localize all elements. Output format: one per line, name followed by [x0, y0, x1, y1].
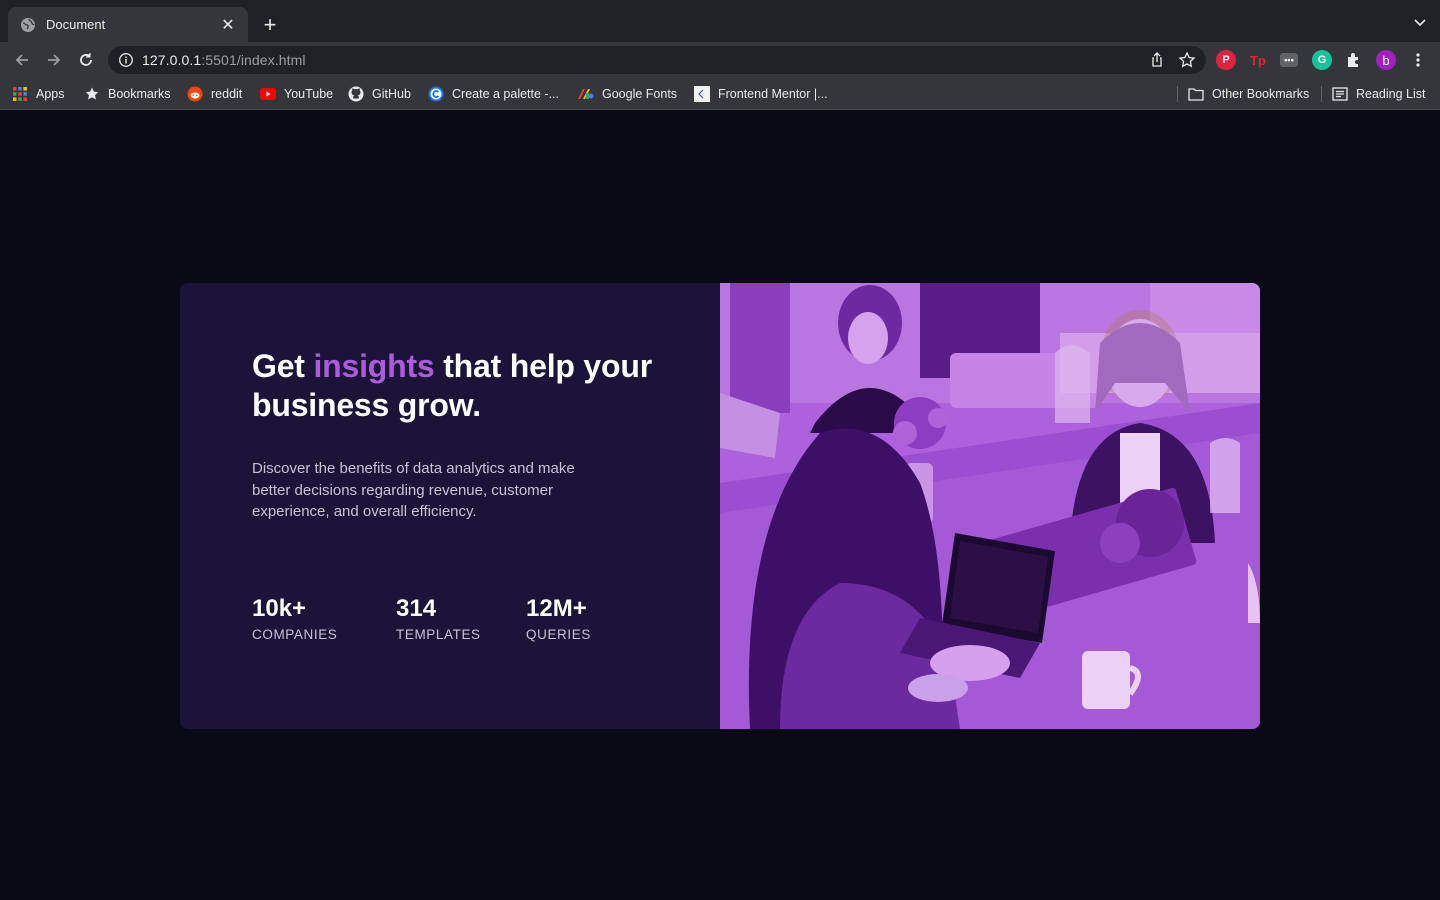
bookmarks-separator: [1321, 86, 1322, 102]
bookmark-github[interactable]: GitHub: [348, 84, 411, 104]
bookmark-google-fonts[interactable]: Google Fonts: [578, 84, 677, 104]
share-icon[interactable]: [1148, 51, 1166, 74]
bookmarks-bar: Apps Bookmarks reddit YouTube GitHub Cre…: [0, 78, 1440, 110]
more-menu-icon[interactable]: [1408, 50, 1428, 70]
bookmark-label: Create a palette -...: [452, 87, 560, 101]
bookmark-other-bookmarks[interactable]: Other Bookmarks: [1188, 84, 1309, 104]
tp-extension-icon[interactable]: Tp: [1248, 50, 1268, 70]
address-bar[interactable]: 127.0.0.1:5501/index.html: [108, 46, 1206, 74]
stat-templates: 314 TEMPLATES: [396, 594, 481, 642]
extensions-puzzle-icon[interactable]: [1344, 50, 1364, 70]
reddit-icon: [187, 86, 203, 102]
bookmark-youtube[interactable]: YouTube: [260, 84, 333, 104]
youtube-icon: [260, 86, 276, 102]
pdf-extension-icon[interactable]: P: [1216, 50, 1236, 70]
tab-title: Document: [46, 17, 106, 32]
headline-accent: insights: [313, 348, 435, 384]
bookmark-label: Other Bookmarks: [1212, 87, 1310, 101]
card-text-section: Get insights that help your business gro…: [180, 283, 720, 729]
stat-label: TEMPLATES: [396, 627, 481, 642]
stat-value: 12M+: [526, 595, 587, 622]
browser-tab[interactable]: Document ✕: [8, 7, 248, 42]
page-headline: Get insights that help your business gro…: [252, 347, 652, 425]
profile-avatar[interactable]: b: [1376, 50, 1396, 70]
bookmark-star-icon[interactable]: [1178, 51, 1196, 74]
back-arrow-icon[interactable]: [10, 48, 34, 72]
forward-arrow-icon[interactable]: [42, 48, 66, 72]
github-icon: [348, 86, 364, 102]
bookmark-label: YouTube: [284, 87, 334, 101]
stat-companies: 10k+ COMPANIES: [252, 594, 337, 642]
google-fonts-icon: [578, 86, 594, 102]
tab-search-chevron-icon[interactable]: [1412, 14, 1428, 30]
office-photo-illustration: [720, 283, 1260, 729]
grammarly-icon[interactable]: G: [1312, 50, 1332, 70]
dots-extension-icon[interactable]: •••: [1280, 53, 1298, 67]
stat-queries: 12M+ QUERIES: [526, 594, 591, 642]
bookmark-label: GitHub: [372, 87, 411, 101]
bookmark-label: Google Fonts: [602, 87, 678, 101]
headline-start: Get: [252, 348, 314, 384]
bookmark-label: Bookmarks: [108, 87, 171, 101]
bookmarks-separator: [1177, 86, 1178, 102]
reading-list-icon: [1332, 86, 1348, 102]
bookmark-frontend-mentor[interactable]: Frontend Mentor |...: [694, 84, 828, 104]
apps-grid-icon: [12, 86, 28, 102]
bookmark-label: reddit: [211, 87, 243, 101]
url-path: :5501/index.html: [201, 52, 306, 68]
bookmark-label: Apps: [36, 87, 65, 101]
url-text: 127.0.0.1:5501/index.html: [142, 52, 306, 68]
stat-value: 10k+: [252, 595, 307, 622]
bookmark-bookmarks[interactable]: Bookmarks: [84, 84, 171, 104]
site-info-icon[interactable]: [118, 52, 134, 68]
reload-icon[interactable]: [74, 48, 98, 72]
coolors-icon: [428, 86, 444, 102]
close-tab-icon[interactable]: ✕: [218, 15, 238, 35]
bookmark-apps[interactable]: Apps: [12, 84, 65, 104]
stat-value: 314: [396, 595, 437, 622]
bookmark-label: Reading List: [1356, 87, 1426, 101]
reading-list-button[interactable]: Reading List: [1332, 84, 1426, 104]
stat-label: QUERIES: [526, 627, 591, 642]
bookmark-label: Frontend Mentor |...: [718, 87, 828, 101]
star-icon: [84, 86, 100, 102]
header-image: [720, 283, 1260, 729]
folder-icon: [1188, 86, 1204, 102]
tab-strip: Document ✕ +: [0, 0, 1440, 42]
stat-label: COMPANIES: [252, 627, 338, 642]
frontend-mentor-icon: [694, 86, 710, 102]
bookmark-reddit[interactable]: reddit: [187, 84, 242, 104]
stats-preview-card: Get insights that help your business gro…: [180, 283, 1260, 729]
browser-toolbar: 127.0.0.1:5501/index.html P Tp ••• G b: [0, 42, 1440, 78]
url-host: 127.0.0.1: [142, 52, 202, 68]
new-tab-button[interactable]: +: [258, 13, 282, 37]
globe-icon: [20, 17, 36, 33]
page-description: Discover the benefits of data analytics …: [252, 460, 575, 520]
bookmark-coolors[interactable]: Create a palette -...: [428, 84, 559, 104]
